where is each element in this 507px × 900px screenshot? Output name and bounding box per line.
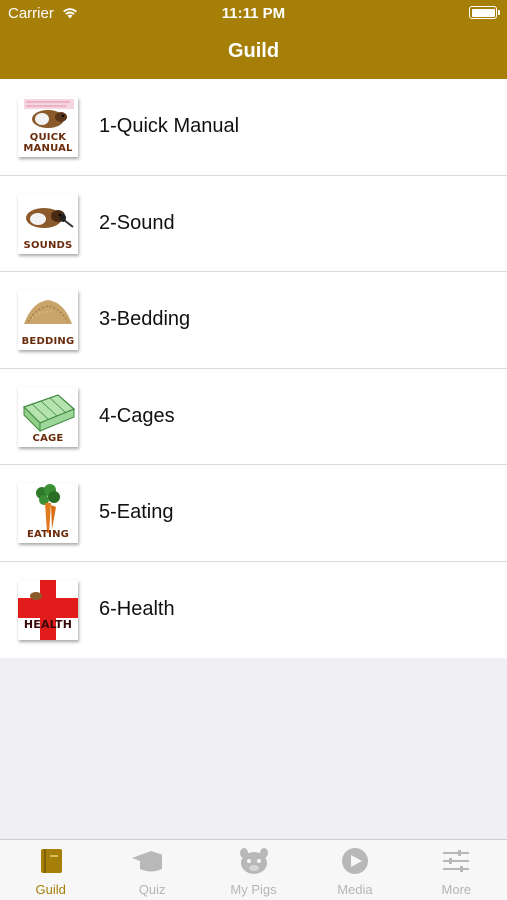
guide-list: QUICK MANUAL 1-Quick Manual SOUNDS 2-Sou… — [0, 79, 507, 658]
tab-label: Quiz — [138, 882, 166, 897]
tab-more[interactable]: More — [406, 840, 507, 900]
list-item-label: 1-Quick Manual — [99, 115, 240, 137]
page-title: Guild — [227, 40, 280, 62]
list-item-bedding[interactable]: BEDDING 3-Bedding — [0, 272, 507, 369]
status-bar: Carrier 11:11 PM — [0, 0, 507, 28]
tab-media[interactable]: Media — [304, 840, 405, 900]
list-item-label: 2-Sound — [99, 211, 175, 234]
list-item-label: 5-Eating — [99, 501, 174, 523]
list-item-label: 6-Health — [99, 597, 175, 620]
pig-face-icon — [239, 847, 269, 875]
thumb-caption: QUICK MANUAL — [23, 132, 73, 154]
tab-bar: Guild Quiz My Pigs Media More — [0, 839, 507, 900]
list-item-label: 3-Bedding — [99, 308, 191, 330]
tab-quiz[interactable]: Quiz — [101, 840, 202, 900]
tab-label: My Pigs — [230, 882, 277, 897]
clock: 11:11 PM — [221, 5, 286, 22]
guinea-pig-manual-icon: QUICK MANUAL — [18, 97, 78, 157]
sliders-icon — [441, 847, 471, 875]
tab-label: More — [441, 882, 472, 897]
battery-icon — [469, 6, 500, 19]
thumb-caption: EATING — [26, 529, 70, 540]
graduation-cap-icon — [132, 847, 173, 875]
list-item-sound[interactable]: SOUNDS 2-Sound — [0, 175, 507, 272]
tab-guild[interactable]: Guild — [0, 840, 101, 900]
list-item-quick-manual[interactable]: QUICK MANUAL 1-Quick Manual — [0, 79, 507, 176]
list-item-health[interactable]: HEALTH 6-Health — [0, 561, 507, 658]
play-circle-icon — [340, 847, 370, 875]
list-item-label: 4-Cages — [99, 404, 175, 427]
carrot-icon: EATING — [18, 483, 78, 543]
tab-label: Media — [337, 882, 373, 897]
thumb-caption: CAGE — [32, 432, 64, 444]
cage-icon: CAGE — [18, 386, 78, 447]
thumb-caption: SOUNDS — [23, 239, 73, 251]
guinea-pig-microphone-icon: SOUNDS — [18, 193, 78, 254]
tab-label: Guild — [35, 882, 66, 897]
list-item-eating[interactable]: EATING 5-Eating — [0, 465, 507, 562]
book-icon — [36, 847, 66, 875]
list-item-cages[interactable]: CAGE 4-Cages — [0, 368, 507, 465]
red-cross-icon: HEALTH — [18, 579, 78, 640]
thumb-caption: HEALTH — [23, 617, 73, 631]
tab-my-pigs[interactable]: My Pigs — [203, 840, 304, 900]
navigation-bar: Guild — [0, 28, 507, 79]
bedding-pile-icon: BEDDING — [18, 290, 78, 350]
thumb-caption: BEDDING — [21, 336, 75, 347]
